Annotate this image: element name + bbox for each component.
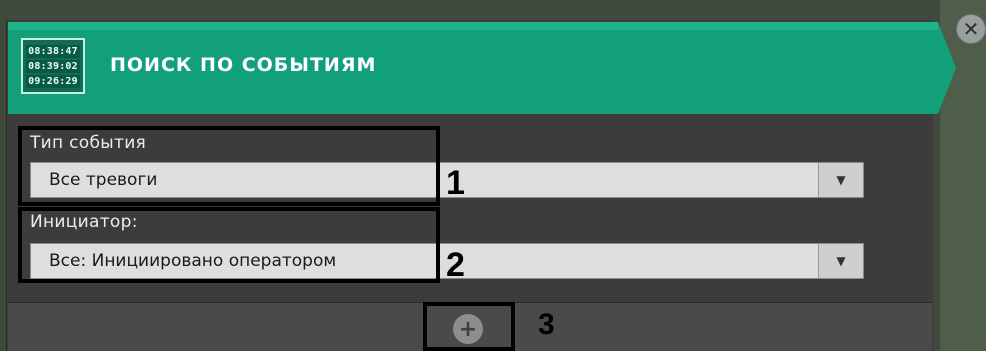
icon-time-3: 09:26:29 <box>26 74 80 88</box>
annotation-box-1 <box>18 126 440 206</box>
chevron-down-icon[interactable]: ▼ <box>818 163 863 197</box>
panel-title: ПОИСК ПО СОБЫТИЯМ <box>110 54 377 76</box>
chevron-down-icon[interactable]: ▼ <box>818 244 863 278</box>
annotation-box-3 <box>423 302 515 351</box>
icon-time-1: 08:38:47 <box>26 44 80 58</box>
annotation-number-2: 2 <box>446 246 465 284</box>
icon-time-2: 08:39:02 <box>26 59 80 73</box>
header-highlight <box>8 22 938 30</box>
annotation-box-2 <box>18 207 440 283</box>
annotation-number-3: 3 <box>538 308 555 341</box>
event-clock-icon: 08:38:47 08:39:02 09:26:29 <box>21 38 85 94</box>
annotation-number-1: 1 <box>446 164 465 202</box>
close-icon[interactable]: ✕ <box>956 14 986 44</box>
